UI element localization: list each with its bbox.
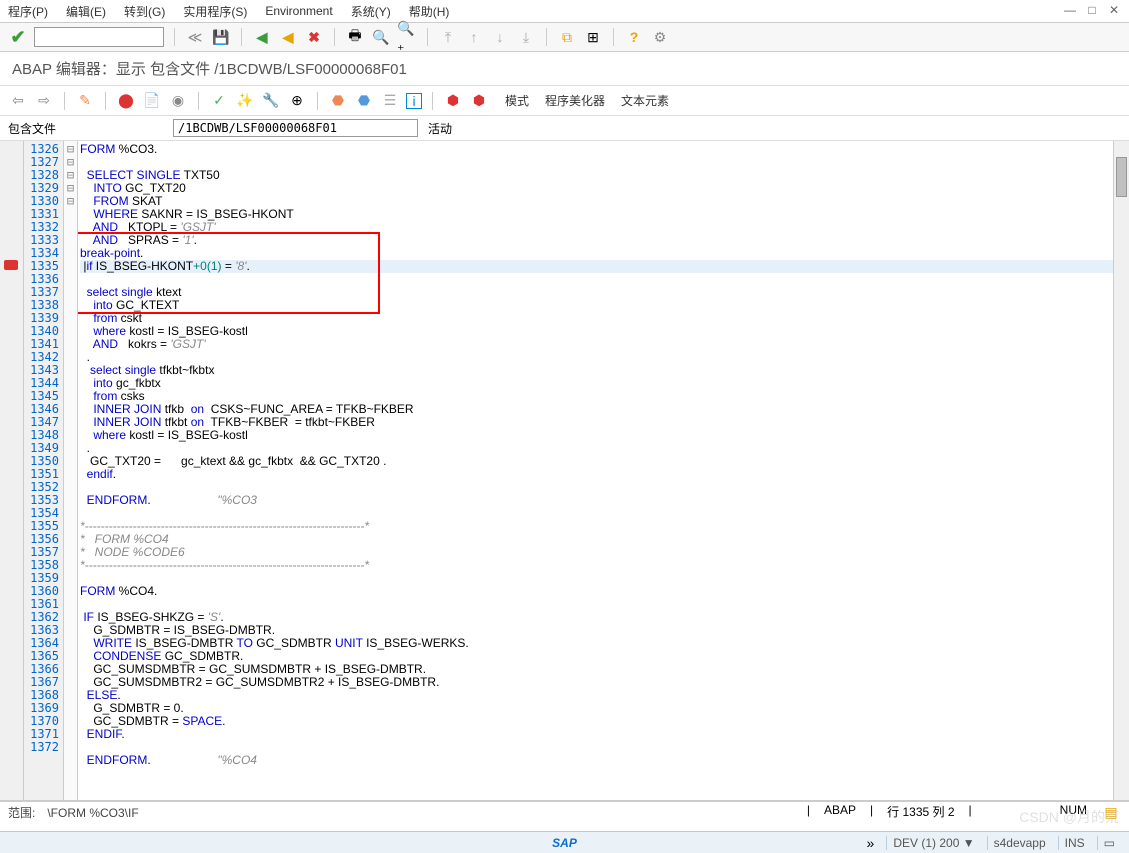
- sap-logo: SAP: [552, 836, 577, 850]
- status-sep3: |: [969, 803, 972, 823]
- menu-bar: 程序(P) 编辑(E) 转到(G) 实用程序(S) Environment 系统…: [0, 0, 1129, 22]
- system-status-bar: SAP » DEV (1) 200 ▼ s4devapp INS ▭: [0, 831, 1129, 853]
- object-list-icon[interactable]: ☰: [380, 91, 400, 111]
- where-used-icon[interactable]: ⊕: [287, 91, 307, 111]
- system-id[interactable]: DEV (1) 200 ▼: [886, 836, 980, 850]
- include-label: 包含文件: [8, 120, 173, 137]
- scrollbar-thumb[interactable]: [1116, 157, 1127, 197]
- watermark: CSDN @月的荒: [1019, 807, 1119, 827]
- status-after: 活动: [428, 120, 452, 137]
- enter-button[interactable]: ✔: [8, 27, 28, 47]
- menu-goto[interactable]: 转到(G): [124, 3, 165, 20]
- layout-icon[interactable]: ⊞: [583, 27, 603, 47]
- app-toolbar: ⇦ ⇨ ✎ ⬤ 📄 ◉ ✓ ✨ 🔧 ⊕ ⬣ ⬣ ☰ i ⬢ ⬢ 模式 程序美化器…: [0, 86, 1129, 116]
- fold-gutter[interactable]: ⊟ ⊟ ⊟ ⊟ ⊟: [64, 141, 78, 800]
- new-session-icon[interactable]: ⧉: [557, 27, 577, 47]
- breakpoint-marker-icon[interactable]: [4, 260, 18, 270]
- stop2-icon[interactable]: ⬢: [469, 91, 489, 111]
- scope-label: 范围:: [8, 804, 35, 821]
- page-up-icon[interactable]: ↑: [464, 27, 484, 47]
- stop-icon[interactable]: ⬢: [443, 91, 463, 111]
- include-field-row: 包含文件 活动: [0, 116, 1129, 141]
- cancel-icon[interactable]: ✖: [304, 27, 324, 47]
- active-inactive-icon[interactable]: ⬤: [116, 91, 136, 111]
- exit-icon[interactable]: ◀: [278, 27, 298, 47]
- status-sep2: |: [870, 803, 873, 823]
- lang-label: ABAP: [824, 803, 856, 823]
- line-number-gutter: 1326 1327 1328 1329 1330 1331 1332 1333 …: [24, 141, 64, 800]
- page-down-icon[interactable]: ↓: [490, 27, 510, 47]
- customize-icon[interactable]: ⚙: [650, 27, 670, 47]
- scope-value: \FORM %CO3\IF: [47, 806, 138, 820]
- page-last-icon[interactable]: ⤓: [516, 27, 536, 47]
- status-sep: |: [807, 803, 810, 823]
- breakpoint-session-icon[interactable]: ⬣: [354, 91, 374, 111]
- first-page-icon[interactable]: ≪: [185, 27, 205, 47]
- test-icon[interactable]: 🔧: [261, 91, 281, 111]
- menu-program[interactable]: 程序(P): [8, 3, 48, 20]
- menu-edit[interactable]: 编辑(E): [66, 3, 106, 20]
- find-next-icon[interactable]: 🔍₊: [397, 27, 417, 47]
- enhance-icon[interactable]: ◉: [168, 91, 188, 111]
- display-change-icon[interactable]: ✎: [75, 91, 95, 111]
- mode-label[interactable]: 模式: [505, 92, 529, 109]
- info-icon[interactable]: i: [406, 93, 422, 109]
- check-icon[interactable]: ✓: [209, 91, 229, 111]
- nav-fwd-icon[interactable]: ⇨: [34, 91, 54, 111]
- code-area[interactable]: FORM %CO3. SELECT SINGLE TXT50 INTO GC_T…: [78, 141, 1113, 800]
- find-icon[interactable]: 🔍: [371, 27, 391, 47]
- code-editor: 1326 1327 1328 1329 1330 1331 1332 1333 …: [0, 141, 1129, 801]
- breakpoint-gutter[interactable]: [0, 141, 24, 800]
- command-field[interactable]: [34, 27, 164, 47]
- close-icon[interactable]: ✕: [1107, 3, 1121, 17]
- status-bar: 范围: \FORM %CO3\IF | ABAP | 行 1335 列 2 | …: [0, 801, 1129, 823]
- beautifier-label[interactable]: 程序美化器: [545, 92, 605, 109]
- breakpoint-set-icon[interactable]: ⬣: [328, 91, 348, 111]
- print-icon[interactable]: 🖶: [345, 27, 365, 47]
- insert-mode: INS: [1058, 836, 1091, 850]
- minimize-icon[interactable]: —: [1063, 3, 1077, 17]
- page-first-icon[interactable]: ⤒: [438, 27, 458, 47]
- menu-utilities[interactable]: 实用程序(S): [183, 3, 247, 20]
- tray-icon[interactable]: ▭: [1097, 836, 1121, 850]
- standard-toolbar: ✔ ≪ 💾 ◀ ◀ ✖ 🖶 🔍 🔍₊ ⤒ ↑ ↓ ⤓ ⧉ ⊞ ? ⚙: [0, 22, 1129, 52]
- back-icon[interactable]: ◀: [252, 27, 272, 47]
- other-object-icon[interactable]: 📄: [142, 91, 162, 111]
- cursor-pos: 行 1335 列 2: [887, 803, 954, 823]
- save-icon[interactable]: 💾: [211, 27, 231, 47]
- menu-system[interactable]: 系统(Y): [351, 3, 391, 20]
- host-name: s4devapp: [987, 836, 1052, 850]
- maximize-icon[interactable]: □: [1085, 3, 1099, 17]
- menu-environment[interactable]: Environment: [265, 4, 332, 18]
- menu-help[interactable]: 帮助(H): [409, 3, 450, 20]
- vertical-scrollbar[interactable]: [1113, 141, 1129, 800]
- textelem-label[interactable]: 文本元素: [621, 92, 669, 109]
- nav-back-icon[interactable]: ⇦: [8, 91, 28, 111]
- help-icon[interactable]: ?: [624, 27, 644, 47]
- activate-icon[interactable]: ✨: [235, 91, 255, 111]
- include-input[interactable]: [173, 119, 418, 137]
- expand-icon[interactable]: »: [860, 833, 880, 853]
- page-title: ABAP 编辑器：显示 包含文件 /1BCDWB/LSF00000068F01: [0, 52, 1129, 86]
